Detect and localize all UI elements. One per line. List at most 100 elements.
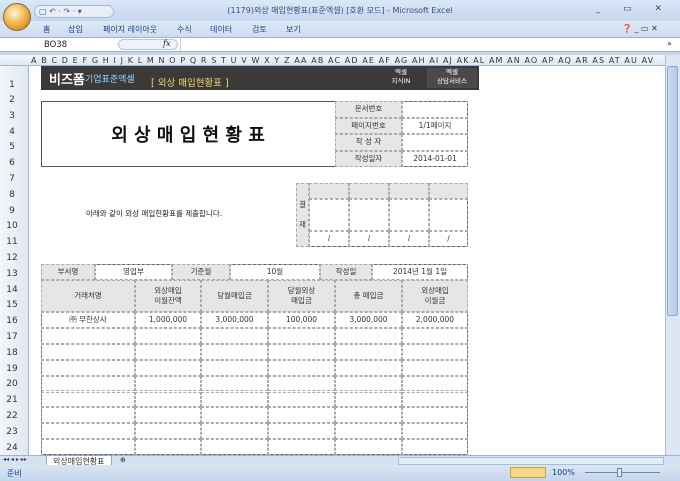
- empty-cell[interactable]: [402, 407, 468, 424]
- empty-cell[interactable]: [41, 439, 135, 456]
- empty-cell[interactable]: [41, 343, 135, 360]
- meta-value[interactable]: [402, 101, 468, 118]
- empty-cell[interactable]: [201, 423, 268, 440]
- empty-cell[interactable]: [41, 391, 135, 408]
- row-number[interactable]: 16: [0, 316, 24, 326]
- tab-review[interactable]: 검토: [252, 24, 267, 35]
- row-number[interactable]: 21: [0, 395, 24, 405]
- empty-cell[interactable]: [41, 407, 135, 424]
- row-number[interactable]: 5: [0, 142, 24, 152]
- meta-value[interactable]: 1/1페이지: [402, 117, 468, 134]
- row-number[interactable]: 11: [0, 237, 24, 247]
- row-headers[interactable]: 1 2 3 4 5 6 7 8 9 10 11 12 13 14 15 16 17 18 19 20 21 22 23 24: [0, 66, 29, 455]
- empty-cell[interactable]: [41, 375, 135, 392]
- tab-home[interactable]: 홈: [43, 24, 50, 35]
- empty-cell[interactable]: [335, 439, 402, 456]
- row-number[interactable]: 7: [0, 174, 24, 184]
- meta-value[interactable]: 2014-01-01: [402, 150, 468, 167]
- row-number[interactable]: 6: [0, 158, 24, 168]
- name-box[interactable]: BO38: [6, 40, 118, 50]
- table-cell[interactable]: 3,000,000: [201, 312, 268, 328]
- tab-insert[interactable]: 삽입: [68, 24, 83, 35]
- table-cell[interactable]: 1,000,000: [135, 312, 201, 328]
- empty-cell[interactable]: [335, 375, 402, 392]
- row-number[interactable]: 24: [0, 443, 24, 453]
- empty-cell[interactable]: [268, 391, 335, 408]
- empty-cell[interactable]: [335, 407, 402, 424]
- empty-cell[interactable]: [335, 423, 402, 440]
- help-icon[interactable]: ❓ _ ▭ ✕: [622, 24, 658, 33]
- approval-title-cell[interactable]: [389, 183, 429, 199]
- empty-cell[interactable]: [335, 343, 402, 360]
- empty-cell[interactable]: [41, 327, 135, 344]
- empty-cell[interactable]: [135, 391, 201, 408]
- empty-cell[interactable]: [135, 343, 201, 360]
- formula-input[interactable]: [180, 38, 665, 51]
- empty-cell[interactable]: [335, 391, 402, 408]
- empty-cell[interactable]: [135, 359, 201, 376]
- empty-cell[interactable]: [268, 327, 335, 344]
- empty-cell[interactable]: [268, 375, 335, 392]
- empty-cell[interactable]: [135, 439, 201, 456]
- empty-cell[interactable]: [135, 407, 201, 424]
- approval-title-cell[interactable]: [309, 183, 349, 199]
- row-number[interactable]: 8: [0, 190, 24, 200]
- empty-cell[interactable]: [135, 375, 201, 392]
- empty-cell[interactable]: [201, 375, 268, 392]
- table-cell[interactable]: 100,000: [268, 312, 335, 328]
- month-value[interactable]: 10월: [230, 264, 320, 280]
- tab-page-layout[interactable]: 페이지 레이아웃: [103, 24, 157, 35]
- window-controls[interactable]: _ ▭ ✕: [596, 4, 672, 14]
- empty-cell[interactable]: [201, 439, 268, 456]
- empty-cell[interactable]: [135, 423, 201, 440]
- row-number[interactable]: 15: [0, 300, 24, 310]
- row-number[interactable]: 10: [0, 221, 24, 231]
- empty-cell[interactable]: [41, 423, 135, 440]
- empty-cell[interactable]: [402, 343, 468, 360]
- view-buttons[interactable]: [510, 467, 546, 478]
- empty-cell[interactable]: [268, 359, 335, 376]
- empty-cell[interactable]: [402, 359, 468, 376]
- empty-cell[interactable]: [402, 423, 468, 440]
- row-number[interactable]: 2: [0, 95, 24, 105]
- sheet-nav-icons[interactable]: ◂◂ ◂ ▸ ▸▸: [3, 456, 27, 463]
- empty-cell[interactable]: [268, 407, 335, 424]
- approval-sign-cell[interactable]: [309, 199, 349, 231]
- row-number[interactable]: 9: [0, 206, 24, 216]
- row-number[interactable]: 13: [0, 269, 24, 279]
- empty-cell[interactable]: [201, 391, 268, 408]
- row-number[interactable]: 17: [0, 332, 24, 342]
- empty-cell[interactable]: [268, 423, 335, 440]
- empty-cell[interactable]: [201, 327, 268, 344]
- row-number[interactable]: 14: [0, 285, 24, 295]
- dept-value[interactable]: 영업부: [95, 264, 172, 280]
- row-number[interactable]: 18: [0, 348, 24, 358]
- office-button[interactable]: [3, 3, 31, 31]
- excel-consult-button[interactable]: 엑셀 상담서비스: [427, 68, 477, 88]
- empty-cell[interactable]: [201, 407, 268, 424]
- column-headers[interactable]: A B C D E F G H I J K L M N O P Q R S T …: [0, 55, 666, 66]
- meta-value[interactable]: [402, 134, 468, 151]
- empty-cell[interactable]: [402, 327, 468, 344]
- horizontal-scrollbar[interactable]: [398, 457, 664, 465]
- approval-title-cell[interactable]: [429, 183, 468, 199]
- fx-icon[interactable]: fx: [163, 39, 170, 48]
- empty-cell[interactable]: [335, 327, 402, 344]
- approval-sign-cell[interactable]: [429, 199, 468, 231]
- approval-date-cell[interactable]: /: [389, 231, 429, 247]
- zoom-slider[interactable]: [585, 472, 660, 473]
- table-cell[interactable]: 2,000,000: [402, 312, 468, 328]
- empty-cell[interactable]: [402, 439, 468, 456]
- excel-knowledge-button[interactable]: 엑셀 지식IN: [381, 68, 421, 86]
- table-cell[interactable]: 3,000,000: [335, 312, 402, 328]
- empty-cell[interactable]: [268, 343, 335, 360]
- approval-date-cell[interactable]: /: [309, 231, 349, 247]
- approval-date-cell[interactable]: /: [429, 231, 468, 247]
- expand-formula-icon[interactable]: »: [667, 39, 672, 48]
- vertical-scroll-thumb[interactable]: [667, 66, 678, 316]
- empty-cell[interactable]: [335, 359, 402, 376]
- empty-cell[interactable]: [201, 359, 268, 376]
- tab-data[interactable]: 데이터: [210, 24, 232, 35]
- tab-formulas[interactable]: 수식: [177, 24, 192, 35]
- empty-cell[interactable]: [41, 359, 135, 376]
